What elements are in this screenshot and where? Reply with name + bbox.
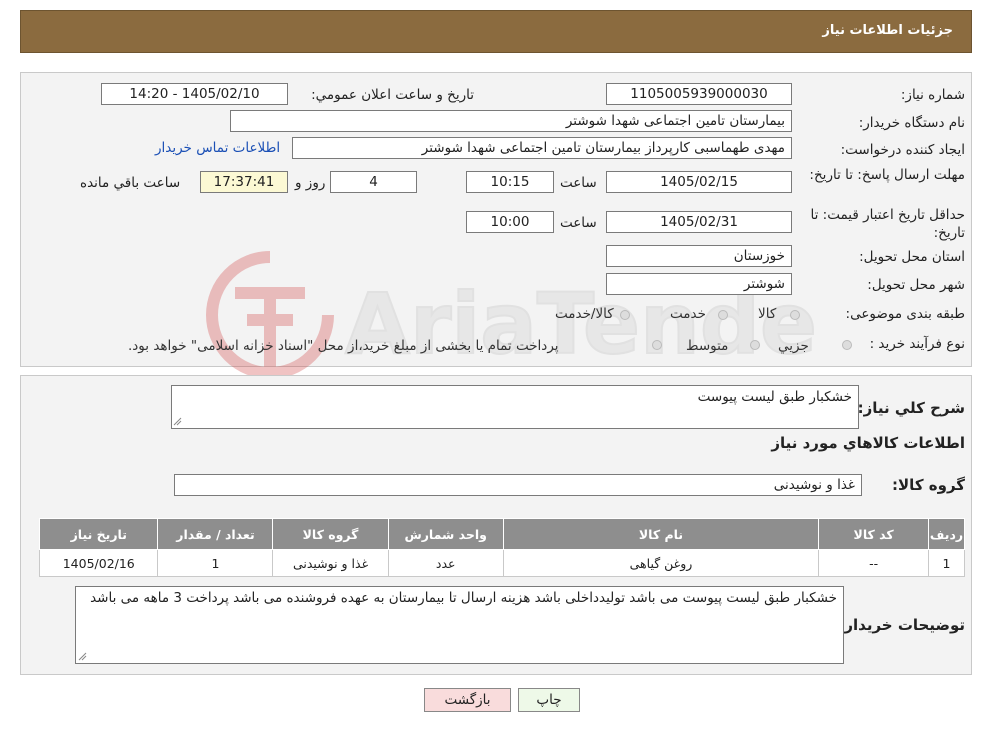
price-validity-time-label: ساعت xyxy=(560,215,597,231)
table-header-cell: واحد شمارش xyxy=(387,518,504,550)
buyer-notes-resize-icon[interactable] xyxy=(78,652,87,661)
goods-table: رديف کد کالا نام کالا واحد شمارش گروه کا… xyxy=(38,518,965,577)
table-header-cell: تعداد / مقدار xyxy=(157,518,274,550)
category-option-service: خدمت xyxy=(670,306,706,322)
table-row[interactable]: 1 -- روغن گیاهی عدد غذا و نوشیدنی 1 1405… xyxy=(38,549,965,577)
days-remaining-field: 4 xyxy=(330,171,417,193)
buyer-notes-text: خشکبار طبق لیست پیوست می باشد تولیدداخلی… xyxy=(90,590,837,606)
need-number-label: شماره نیاز: xyxy=(900,87,965,103)
time-remaining-label: ساعت باقي مانده xyxy=(80,175,181,191)
process-checkbox-treasury[interactable] xyxy=(652,340,662,350)
announce-datetime-field: 1405/02/10 - 14:20 xyxy=(101,83,288,105)
category-radio-service[interactable] xyxy=(718,310,728,320)
price-validity-date-field: 1405/02/31 xyxy=(606,211,792,233)
description-resize-icon[interactable] xyxy=(173,417,182,426)
creator-field: مهدی طهماسبی کارپرداز بیمارستان تامین اج… xyxy=(292,137,792,159)
table-cell: 1 xyxy=(157,549,274,577)
table-cell: -- xyxy=(818,549,930,577)
back-button[interactable]: بازگشت xyxy=(424,688,511,712)
creator-label: ایجاد کننده درخواست: xyxy=(840,142,965,158)
page-title: جزئیات اطلاعات نیاز xyxy=(822,23,953,38)
buyer-org-label: نام دستگاه خریدار: xyxy=(858,115,965,131)
days-label: روز و xyxy=(295,175,326,191)
goods-group-label: گروه کالا: xyxy=(892,476,965,494)
category-radio-goods[interactable] xyxy=(790,310,800,320)
table-cell: غذا و نوشیدنی xyxy=(272,549,389,577)
category-option-goods-service: کالا/خدمت xyxy=(555,306,614,322)
process-radio-minor[interactable] xyxy=(842,340,852,350)
goods-group-field: غذا و نوشیدنی xyxy=(174,474,862,496)
category-radio-goods-service[interactable] xyxy=(620,310,630,320)
table-header-cell: کد کالا xyxy=(818,518,930,550)
category-option-goods: کالا xyxy=(758,306,777,322)
announce-label: تاریخ و ساعت اعلان عمومي: xyxy=(311,87,474,103)
province-field: خوزستان xyxy=(606,245,792,267)
reply-time-field: 10:15 xyxy=(466,171,554,193)
table-cell: روغن گیاهی xyxy=(502,549,820,577)
city-field: شوشتر xyxy=(606,273,792,295)
process-option-medium: متوسط xyxy=(686,338,729,354)
treasury-payment-note: پرداخت تمام یا بخشی از مبلغ خرید،از محل … xyxy=(128,338,559,354)
need-number-field: 1105005939000030 xyxy=(606,83,792,105)
price-validity-time-field: 10:00 xyxy=(466,211,554,233)
table-cell: 1 xyxy=(928,549,965,577)
table-header-cell: نام کالا xyxy=(502,518,820,550)
time-remaining-field: 17:37:41 xyxy=(200,171,288,193)
table-header-cell: گروه کالا xyxy=(272,518,389,550)
description-textarea: خشکبار طبق لیست پیوست xyxy=(171,385,859,429)
table-cell: 1405/02/16 xyxy=(38,549,159,577)
print-button[interactable]: چاپ xyxy=(518,688,580,712)
process-type-label: نوع فرآیند خرید : xyxy=(869,336,965,352)
category-label: طبقه بندی موضوعی: xyxy=(845,306,965,322)
process-radio-medium[interactable] xyxy=(750,340,760,350)
table-header-cell: تاریخ نیاز xyxy=(38,518,159,550)
process-option-minor: جزیي xyxy=(778,338,809,354)
buyer-notes-textarea: خشکبار طبق لیست پیوست می باشد تولیدداخلی… xyxy=(75,586,844,664)
reply-date-field: 1405/02/15 xyxy=(606,171,792,193)
price-validity-label: حداقل تاریخ اعتبار قیمت: تا تاریخ: xyxy=(810,207,965,241)
table-header-row: رديف کد کالا نام کالا واحد شمارش گروه کا… xyxy=(38,518,965,550)
reply-deadline-label: مهلت ارسال پاسخ: تا تاریخ: xyxy=(809,167,965,183)
buyer-org-field: بیمارستان تامین اجتماعی شهدا شوشتر xyxy=(230,110,792,132)
table-header-cell: رديف xyxy=(928,518,965,550)
buyer-contact-link[interactable]: اطلاعات تماس خریدار xyxy=(155,140,280,156)
buyer-notes-label: توضیحات خریدار: xyxy=(838,616,965,634)
city-label: شهر محل تحویل: xyxy=(867,277,965,293)
page-header: جزئیات اطلاعات نیاز xyxy=(20,10,972,53)
province-label: استان محل تحویل: xyxy=(859,249,965,265)
description-label: شرح کلي نياز: xyxy=(857,399,965,417)
goods-info-title: اطلاعات كالاهاي مورد نياز xyxy=(771,434,965,452)
description-text: خشکبار طبق لیست پیوست xyxy=(697,389,852,405)
table-cell: عدد xyxy=(387,549,504,577)
reply-time-label: ساعت xyxy=(560,175,597,191)
